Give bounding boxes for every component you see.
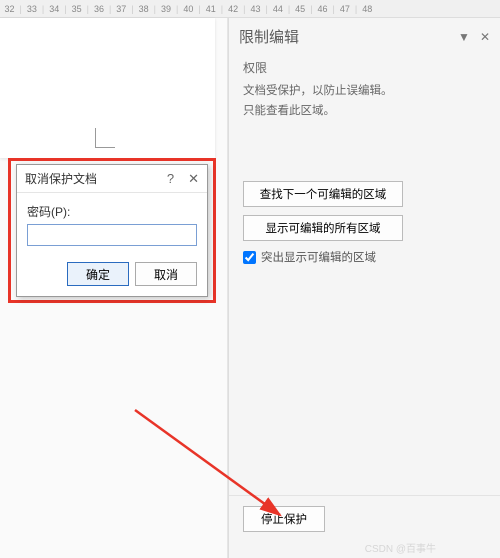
password-input[interactable]: [27, 224, 197, 246]
info-line-2: 只能查看此区域。: [243, 102, 486, 122]
panel-dropdown-icon[interactable]: ▼: [458, 30, 470, 44]
permissions-info: 文档受保护，以防止误编辑。 只能查看此区域。: [243, 82, 486, 121]
panel-title: 限制编辑: [239, 26, 299, 47]
cancel-button[interactable]: 取消: [135, 262, 197, 286]
highlight-regions-row[interactable]: 突出显示可编辑的区域: [243, 249, 486, 265]
restrict-editing-panel: 限制编辑 ▼ ✕ 权限 文档受保护，以防止误编辑。 只能查看此区域。 查找下一个…: [228, 18, 500, 558]
document-area: 取消保护文档 ? ✕ 密码(P): 确定 取消: [0, 18, 228, 558]
find-next-region-button[interactable]: 查找下一个可编辑的区域: [243, 181, 403, 207]
close-icon[interactable]: ✕: [188, 171, 199, 187]
horizontal-ruler: 32|33|34|35|36|37|38|39|40|41|42|43|44|4…: [0, 0, 500, 18]
highlight-regions-checkbox[interactable]: [243, 251, 256, 264]
dialog-titlebar: 取消保护文档 ? ✕: [17, 165, 207, 193]
info-line-1: 文档受保护，以防止误编辑。: [243, 82, 486, 102]
dialog-title: 取消保护文档: [25, 170, 97, 187]
password-label: 密码(P):: [27, 203, 197, 220]
highlight-regions-label: 突出显示可编辑的区域: [261, 249, 376, 265]
page-corner-mark: [95, 128, 115, 148]
show-all-regions-button[interactable]: 显示可编辑的所有区域: [243, 215, 403, 241]
watermark-text: CSDN @百事牛: [365, 540, 436, 555]
help-icon[interactable]: ?: [167, 171, 174, 186]
document-page: [0, 18, 215, 158]
unprotect-document-dialog: 取消保护文档 ? ✕ 密码(P): 确定 取消: [16, 164, 208, 297]
ok-button[interactable]: 确定: [67, 262, 129, 286]
stop-protection-button[interactable]: 停止保护: [243, 506, 325, 532]
panel-close-icon[interactable]: ✕: [480, 30, 490, 44]
permissions-heading: 权限: [243, 59, 486, 76]
